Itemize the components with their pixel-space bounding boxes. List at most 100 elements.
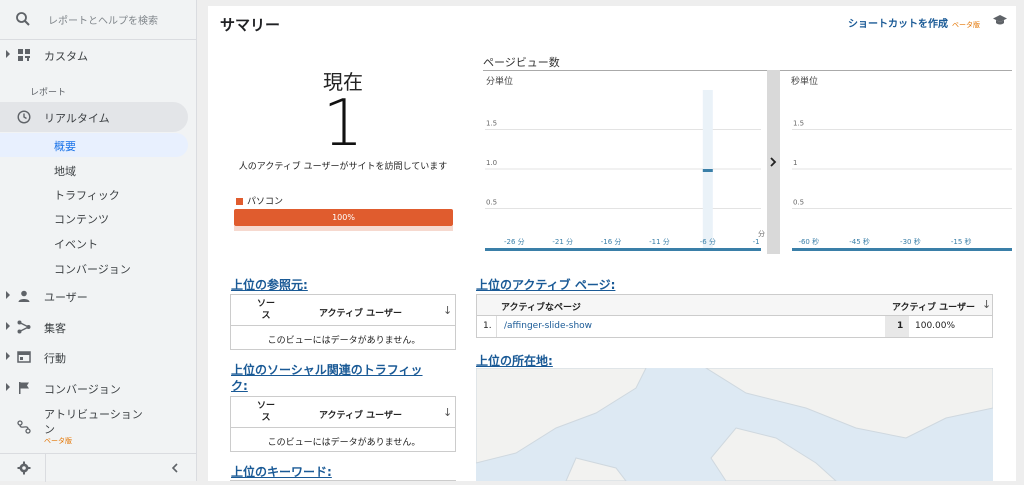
- row-index: 1.: [483, 321, 492, 331]
- chart-title: ページビュー数: [483, 56, 560, 69]
- sidebar-subitem-locations[interactable]: 地域: [0, 158, 188, 182]
- sort-arrow-icon[interactable]: ↓: [982, 298, 991, 311]
- col-active-users[interactable]: アクティブ ユーザー: [319, 408, 402, 421]
- social-table: ソース アクティブ ユーザー ↓ このビューにはデータがありません。: [230, 396, 456, 452]
- caret-right-icon: [6, 291, 10, 299]
- dashboard-icon: [18, 49, 30, 61]
- y-tick-label: 1: [793, 159, 797, 167]
- col-active-users[interactable]: アクティブ ユーザー: [319, 306, 402, 319]
- sidebar-footer: [0, 453, 197, 482]
- sidebar-item-acquisition[interactable]: 集客: [0, 313, 197, 341]
- sidebar-item-behavior[interactable]: 行動: [0, 343, 197, 371]
- chart-divider[interactable]: [767, 70, 780, 254]
- referrals-table: ソース アクティブ ユーザー ↓ このビューにはデータがありません。: [230, 294, 456, 350]
- title-line: 上位のソーシャル関連のトラフィッ: [231, 363, 423, 377]
- col-active-page[interactable]: アクティブなページ: [501, 300, 581, 313]
- sidebar-subitem-label: 地域: [54, 165, 76, 178]
- sidebar-item-attribution[interactable]: アトリビューション ン ベータ版: [0, 403, 197, 451]
- y-tick-label: 0.5: [793, 199, 804, 207]
- person-icon: [18, 290, 30, 302]
- top-referrals-title: 上位の参照元:: [231, 278, 308, 292]
- baseline: [792, 248, 1012, 251]
- search-icon: [16, 12, 30, 26]
- flag-icon: [19, 382, 29, 394]
- sidebar: レポートとヘルプを検索 カスタム レポート リアルタイム 概要 地域 トラフィッ…: [0, 0, 197, 482]
- pageviews-chart-svg: 分単位 秒単位 1.51.00.5-26 分 -21 分 -16 分 -11 分 -6 …: [483, 70, 1012, 254]
- x-tick-label: -60 秒: [798, 237, 819, 246]
- empty-message: このビューにはデータがありません。: [267, 438, 421, 448]
- sidebar-subitem-conversions[interactable]: コンバージョン: [0, 256, 188, 280]
- beta-badge: ベータ版: [952, 21, 980, 29]
- page-title: サマリー: [220, 16, 281, 34]
- active-users-count: 1: [322, 87, 364, 161]
- main-panel: サマリー ショートカットを作成 ベータ版 現在 1 人のアクティブ ユーザーがサイ…: [208, 6, 1016, 482]
- device-share-bar: 100%: [234, 209, 453, 226]
- behavior-icon: [17, 351, 31, 363]
- sidebar-subitem-label: イベント: [54, 238, 98, 251]
- sidebar-subitem-label: トラフィック: [54, 189, 120, 202]
- col-active-users[interactable]: アクティブ ユーザー: [892, 300, 975, 313]
- caret-right-icon: [6, 50, 10, 58]
- sidebar-item-label-cont: ン: [44, 423, 55, 436]
- attribution-icon: [17, 420, 31, 434]
- sidebar-subitem-traffic[interactable]: トラフィック: [0, 182, 188, 206]
- caret-right-icon: [6, 383, 10, 391]
- caret-right-icon: [6, 322, 10, 330]
- sidebar-item-label: ユーザー: [44, 291, 88, 304]
- x-tick-label: -16 分: [601, 237, 622, 246]
- active-users-description: 人のアクティブ ユーザーがサイトを訪問しています: [238, 162, 448, 172]
- device-bar-shadow: [234, 226, 453, 231]
- x-tick-label: -21 分: [552, 237, 573, 246]
- sort-arrow-icon[interactable]: ↓: [443, 304, 452, 317]
- sidebar-item-label: 行動: [44, 352, 66, 365]
- col-source[interactable]: ソース: [255, 298, 277, 322]
- create-shortcut-link[interactable]: ショートカットを作成 ベータ版: [848, 15, 980, 30]
- sidebar-item-conversions[interactable]: コンバージョン: [0, 374, 197, 402]
- sidebar-subitem-content[interactable]: コンテンツ: [0, 206, 188, 230]
- x-tick-label: -6 分: [700, 237, 716, 246]
- sidebar-item-audience[interactable]: ユーザー: [0, 282, 197, 310]
- x-tick-label: -1: [753, 238, 760, 246]
- search-input[interactable]: レポートとヘルプを検索: [48, 12, 158, 27]
- sidebar-subitem-events[interactable]: イベント: [0, 231, 188, 255]
- x-tick-label: -15 秒: [951, 237, 972, 246]
- top-locations-title: 上位の所在地:: [476, 354, 553, 368]
- empty-message: このビューにはデータがありません。: [267, 336, 421, 346]
- search-bar[interactable]: レポートとヘルプを検索: [0, 0, 197, 40]
- bar-value-mark[interactable]: [702, 169, 713, 172]
- beta-badge: ベータ版: [44, 437, 72, 445]
- chart-subtitle-minutes: 分単位: [486, 75, 513, 87]
- x-tick-label: -30 秒: [900, 237, 921, 246]
- page-link[interactable]: /affinger-slide-show: [504, 321, 592, 331]
- table-header: アクティブなページ アクティブ ユーザー ↓: [477, 295, 992, 316]
- x-tick-label: -11 分: [649, 237, 670, 246]
- y-tick-label: 1.5: [486, 120, 497, 128]
- sidebar-subitem-overview[interactable]: 概要: [0, 133, 188, 157]
- top-social-title: 上位のソーシャル関連のトラフィッ ク:: [231, 362, 456, 394]
- sidebar-item-label: アトリビューション: [44, 408, 143, 421]
- col-source[interactable]: ソース: [255, 400, 277, 424]
- device-percent: 100%: [332, 213, 355, 222]
- sidebar-item-label: 集客: [44, 322, 66, 335]
- sidebar-item-label: リアルタイム: [44, 112, 110, 125]
- y-tick-label: 1.5: [793, 120, 804, 128]
- sidebar-item-realtime[interactable]: リアルタイム: [0, 102, 188, 132]
- y-tick-label: 0.5: [486, 199, 497, 207]
- table-row: 1. /affinger-slide-show 1 100.00%: [477, 316, 992, 337]
- table-header: ソース アクティブ ユーザー ↓: [231, 397, 455, 428]
- location-map[interactable]: [475, 367, 994, 482]
- device-legend: パソコン: [236, 194, 283, 207]
- graduation-cap-icon[interactable]: [992, 14, 1008, 26]
- caret-right-icon: [6, 352, 10, 360]
- x-tick-label: -45 秒: [849, 237, 870, 246]
- collapse-chevron-icon[interactable]: [170, 462, 180, 474]
- row-count: 1: [897, 321, 904, 331]
- clock-icon: [17, 110, 31, 124]
- row-percent: 100.00%: [915, 321, 956, 331]
- title-line: ク:: [231, 379, 248, 393]
- legend-swatch: [236, 198, 243, 205]
- gear-icon[interactable]: [17, 461, 31, 475]
- chart-subtitle-seconds: 秒単位: [791, 75, 818, 87]
- sort-arrow-icon[interactable]: ↓: [443, 406, 452, 419]
- sidebar-item-custom[interactable]: カスタム: [0, 41, 197, 69]
